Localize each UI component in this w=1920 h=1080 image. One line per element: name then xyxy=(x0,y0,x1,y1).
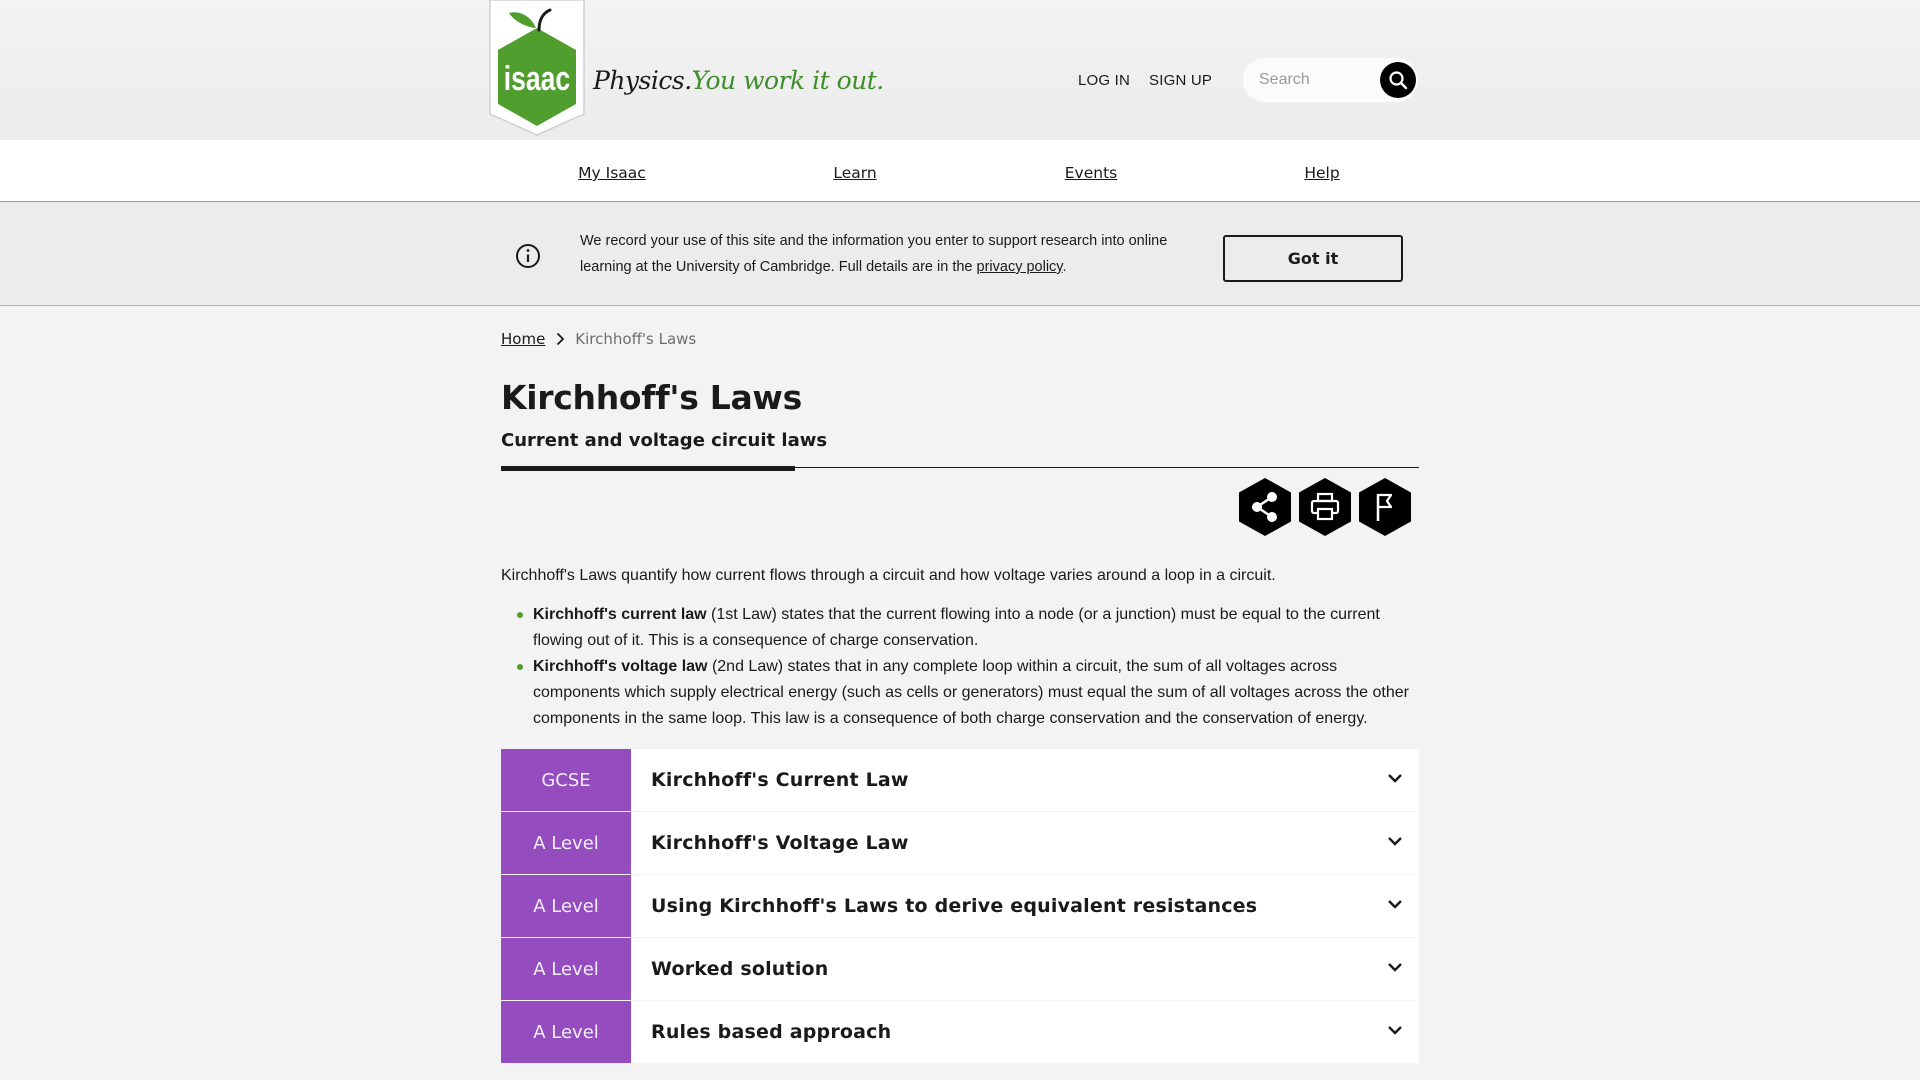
nav-learn[interactable]: Learn xyxy=(833,164,876,182)
level-badge: A Level xyxy=(501,1001,631,1063)
report-button[interactable] xyxy=(1357,477,1413,537)
chevron-right-icon xyxy=(557,332,565,346)
list-item: Kirchhoff's current law (1st Law) states… xyxy=(501,602,1419,654)
login-link[interactable]: LOG IN xyxy=(1078,72,1130,89)
flag-icon xyxy=(1359,478,1411,536)
page-title: Kirchhoff's Laws xyxy=(501,378,802,417)
print-icon xyxy=(1299,478,1351,536)
banner-text: We record your use of this site and the … xyxy=(580,233,1168,275)
banner-message: We record your use of this site and the … xyxy=(580,228,1200,280)
nav-events[interactable]: Events xyxy=(1065,164,1117,182)
breadcrumb-home[interactable]: Home xyxy=(501,330,545,348)
search-icon xyxy=(1389,71,1408,90)
laws-list: Kirchhoff's current law (1st Law) states… xyxy=(501,602,1419,732)
subtitle-underline xyxy=(501,466,795,471)
signup-link[interactable]: SIGN UP xyxy=(1149,72,1212,89)
nav-help[interactable]: Help xyxy=(1304,164,1339,182)
list-item: Kirchhoff's voltage law (2nd Law) states… xyxy=(501,654,1419,732)
chevron-down-icon xyxy=(1388,1026,1402,1035)
law-name: Kirchhoff's voltage law xyxy=(533,658,708,675)
print-button[interactable] xyxy=(1297,477,1353,537)
accordion-item[interactable]: A Level Kirchhoff's Voltage Law xyxy=(501,812,1419,874)
chevron-down-icon xyxy=(1388,774,1402,783)
main-nav: My Isaac Learn Events Help xyxy=(0,140,1920,202)
accordion-item[interactable]: GCSE Kirchhoff's Current Law xyxy=(501,749,1419,811)
site-header: isaac Physics.You work it out. LOG IN SI… xyxy=(0,0,1920,140)
page-subtitle: Current and voltage circuit laws xyxy=(501,430,828,451)
info-icon xyxy=(516,244,540,268)
level-badge: A Level xyxy=(501,812,631,874)
search-input[interactable] xyxy=(1259,68,1379,92)
accordion-title: Kirchhoff's Voltage Law xyxy=(651,832,909,854)
tagline: Physics.You work it out. xyxy=(593,66,884,106)
share-button[interactable] xyxy=(1237,477,1293,537)
accordion-title: Using Kirchhoff's Laws to derive equival… xyxy=(651,895,1258,917)
privacy-policy-link[interactable]: privacy policy xyxy=(977,259,1063,275)
tagline-physics: Physics. xyxy=(593,66,692,95)
chevron-down-icon xyxy=(1388,837,1402,846)
chevron-down-icon xyxy=(1388,900,1402,909)
tagline-motto: You work it out. xyxy=(691,66,885,95)
breadcrumb: Home Kirchhoff's Laws xyxy=(501,330,696,348)
accordion-list: GCSE Kirchhoff's Current Law A Level Kir… xyxy=(501,749,1419,1064)
law-name: Kirchhoff's current law xyxy=(533,606,707,623)
research-consent-banner: We record your use of this site and the … xyxy=(0,202,1920,306)
isaac-logo[interactable]: isaac xyxy=(489,0,585,136)
accordion-title: Worked solution xyxy=(651,958,829,980)
search-box xyxy=(1243,58,1418,102)
breadcrumb-current: Kirchhoff's Laws xyxy=(575,330,697,348)
share-icon xyxy=(1239,478,1291,536)
accordion-item[interactable]: A Level Rules based approach xyxy=(501,1001,1419,1063)
logo-text: isaac xyxy=(504,60,570,98)
accordion-title: Kirchhoff's Current Law xyxy=(651,769,909,791)
accordion-item[interactable]: A Level Using Kirchhoff's Laws to derive… xyxy=(501,875,1419,937)
accordion-item[interactable]: A Level Worked solution xyxy=(501,938,1419,1000)
chevron-down-icon xyxy=(1388,963,1402,972)
intro-paragraph: Kirchhoff's Laws quantify how current fl… xyxy=(501,567,1276,584)
level-badge: GCSE xyxy=(501,749,631,811)
nav-my-isaac[interactable]: My Isaac xyxy=(578,164,646,182)
search-button[interactable] xyxy=(1380,62,1416,98)
level-badge: A Level xyxy=(501,875,631,937)
banner-text-end: . xyxy=(1062,259,1067,275)
accordion-title: Rules based approach xyxy=(651,1021,892,1043)
level-badge: A Level xyxy=(501,938,631,1000)
got-it-button[interactable]: Got it xyxy=(1223,235,1403,282)
